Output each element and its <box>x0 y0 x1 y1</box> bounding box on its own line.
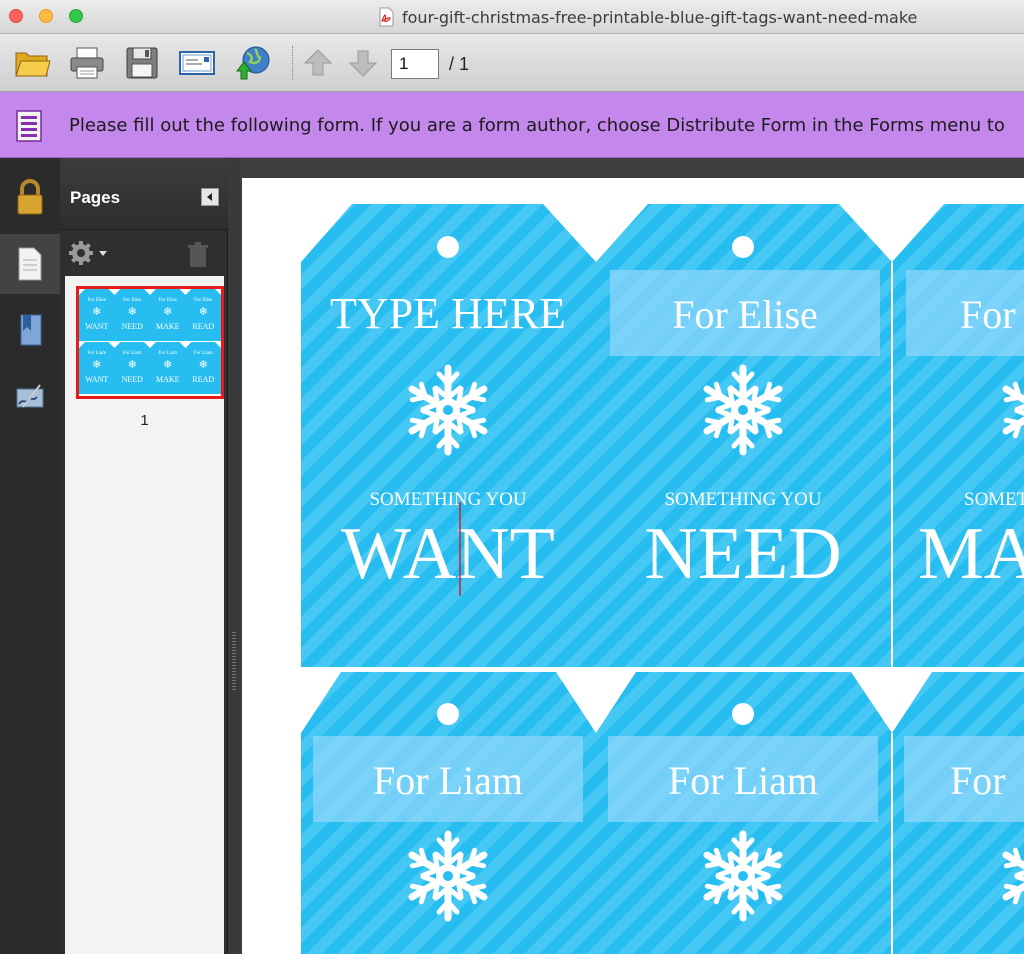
thumbnail-snowflake-icon: ❄ <box>92 306 101 318</box>
pages-panel-button[interactable] <box>0 234 60 294</box>
pages-panel: Pages For Elise ❄ WANT For Elise ❄ NEED For El… <box>60 158 228 954</box>
thumbnail-tag-name: For Liam <box>123 351 142 356</box>
delete-page-icon[interactable] <box>187 242 209 268</box>
email-icon <box>179 51 215 75</box>
thumbnail-tag-name: For Liam <box>158 351 177 356</box>
page-count-label: / 1 <box>449 54 470 74</box>
navigation-strip <box>0 158 60 954</box>
panel-splitter[interactable] <box>228 158 240 954</box>
document-view: TYPE HERE For Elise For SOMETHING YOU SO… <box>240 158 1024 954</box>
pages-icon <box>18 247 42 281</box>
signatures-button[interactable] <box>0 366 60 426</box>
thumbnail-tag-name: For Elise <box>88 298 107 303</box>
thumbnail-snowflake-icon: ❄ <box>199 359 208 371</box>
thumbnail-tag-name: For Liam <box>87 351 106 356</box>
title-bar: four-gift-christmas-free-printable-blue-… <box>0 0 1024 34</box>
print-icon <box>70 47 104 79</box>
thumbnail-tag-word: MAKE <box>156 322 180 331</box>
gift-tags-sheet: TYPE HERE For Elise For SOMETHING YOU SO… <box>301 204 1024 954</box>
pages-panel-header: Pages <box>60 158 228 230</box>
name-field[interactable]: For Liam <box>668 758 818 803</box>
thumbnail-image: For Elise ❄ WANT For Elise ❄ NEED For Elise ❄ MA… <box>79 289 221 394</box>
form-message-text: Please fill out the following form. If y… <box>69 115 1005 136</box>
thumbnail-tag-word: WANT <box>85 322 108 331</box>
thumbnail-snowflake-icon: ❄ <box>163 359 172 371</box>
thumbnail-tag-word: WANT <box>85 375 108 384</box>
splitter-grip[interactable] <box>232 632 236 692</box>
print-button[interactable] <box>67 44 107 82</box>
next-page-button[interactable] <box>343 44 383 82</box>
toolbar-separator <box>292 46 294 80</box>
thumbnail-tag-name: For Elise <box>159 298 178 303</box>
window-title-text: four-gift-christmas-free-printable-blue-… <box>402 7 918 27</box>
page-number-input[interactable]: 1 <box>391 49 439 79</box>
name-field[interactable]: For Elise <box>672 292 818 337</box>
toolbar: 1 / 1 <box>0 34 1024 92</box>
save-button[interactable] <box>122 44 162 82</box>
thumbnail-tag-word: NEED <box>122 375 144 384</box>
thumbnail-snowflake-icon: ❄ <box>128 359 137 371</box>
zoom-window-button[interactable] <box>69 9 83 23</box>
form-icon <box>16 110 42 142</box>
thumbnail-tag-name: For Elise <box>123 298 142 303</box>
lock-icon <box>17 179 43 215</box>
pages-panel-title: Pages <box>70 188 121 207</box>
page-thumbnail-number: 1 <box>140 412 149 429</box>
tag-word: WANT <box>341 513 555 595</box>
page-down-icon <box>348 50 378 77</box>
window-title: four-gift-christmas-free-printable-blue-… <box>376 7 917 27</box>
tag-word: NEED <box>644 513 841 595</box>
previous-page-button[interactable] <box>298 44 338 82</box>
save-icon <box>126 47 158 79</box>
thumbnail-tag-word: READ <box>192 375 214 384</box>
form-message-bar: Please fill out the following form. If y… <box>0 92 1024 158</box>
name-field[interactable]: TYPE HERE <box>330 289 566 338</box>
close-window-button[interactable] <box>9 9 23 23</box>
minimize-window-button[interactable] <box>39 9 53 23</box>
pdf-page: TYPE HERE For Elise For SOMETHING YOU SO… <box>242 178 1024 954</box>
chevron-left-icon <box>207 193 212 201</box>
thumbnail-tag-word: MAKE <box>156 375 180 384</box>
tag-hole <box>732 703 754 725</box>
bookmarks-button[interactable] <box>0 300 60 360</box>
page-thumbnails-list: For Elise ❄ WANT For Elise ❄ NEED For Elise ❄ MA… <box>65 276 224 954</box>
tag-hole <box>732 236 754 258</box>
open-folder-icon <box>15 52 51 77</box>
thumbnail-snowflake-icon: ❄ <box>92 359 101 371</box>
name-field[interactable]: For <box>960 292 1016 337</box>
thumbnail-snowflake-icon: ❄ <box>128 306 137 318</box>
name-field[interactable]: For Liam <box>373 758 523 803</box>
tag-word: MA <box>918 513 1024 595</box>
email-button[interactable] <box>177 44 217 82</box>
open-button[interactable] <box>12 44 52 82</box>
tag-subtitle: SOMETH <box>964 489 1024 510</box>
tag-hole <box>437 236 459 258</box>
pdf-file-icon <box>379 7 394 27</box>
thumbnail-snowflake-icon: ❄ <box>163 306 172 318</box>
options-gear-icon[interactable] <box>68 240 110 266</box>
tag-hole <box>437 703 459 725</box>
name-field[interactable]: For <box>950 758 1006 803</box>
thumbnail-tag-word: NEED <box>122 322 144 331</box>
security-button[interactable] <box>0 168 60 228</box>
thumbnail-tag-name: For Liam <box>194 351 213 356</box>
web-upload-icon <box>235 46 270 80</box>
thumbnail-tag-word: READ <box>192 322 214 331</box>
thumbnail-snowflake-icon: ❄ <box>199 306 208 318</box>
tag-subtitle: SOMETHING YOU <box>369 489 526 510</box>
signature-icon <box>16 384 44 408</box>
web-upload-button[interactable] <box>232 44 272 82</box>
bookmark-icon <box>20 314 42 346</box>
page-thumbnail[interactable]: For Elise ❄ WANT For Elise ❄ NEED For Elise ❄ MA… <box>76 286 224 399</box>
collapse-panel-button[interactable] <box>201 188 219 206</box>
page-up-icon <box>303 49 333 76</box>
tag-subtitle: SOMETHING YOU <box>664 489 821 510</box>
thumbnail-tag-name: For Elise <box>194 298 213 303</box>
